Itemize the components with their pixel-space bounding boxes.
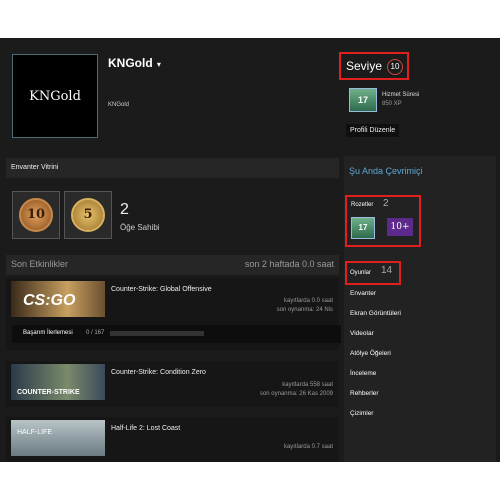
svg-text:COUNTER-STRIKE: COUNTER-STRIKE [17, 389, 80, 396]
badges-label: Rozetler [351, 202, 374, 208]
game-name[interactable]: Counter-Strike: Condition Zero [111, 369, 206, 376]
items-owned-label: Öğe Sahibi [120, 223, 160, 232]
medal-icon: 10 [19, 198, 53, 232]
game-last-played: son oynanma: 24 Nis [276, 307, 333, 313]
sidebar-link-inventory[interactable]: Envanter [350, 290, 376, 297]
medal-icon: 5 [71, 198, 105, 232]
steam-profile-page: KNGold KNGold ▾ KNGold Seviye 10 17 Hizm… [0, 38, 500, 462]
inventory-item[interactable]: 5 [64, 191, 112, 239]
games-label: Oyunlar [350, 270, 372, 276]
svg-text:CS:GO: CS:GO [23, 292, 76, 309]
edit-profile-button[interactable]: Profili Düzenle [346, 124, 400, 137]
level-label: Seviye [346, 59, 383, 73]
achievement-value: 0 / 167 [86, 330, 105, 336]
badge-xp: 850 XP [382, 101, 402, 107]
years-of-service-badge-icon[interactable]: 17 [349, 88, 377, 112]
avatar-text: KNGold [29, 88, 81, 104]
games-highlight-box[interactable]: Oyunlar 14 [345, 261, 401, 285]
sidebar-link-videos[interactable]: Videolar [350, 330, 374, 337]
recent-activity-summary: son 2 haftada 0.0 saat [244, 259, 334, 269]
game-hours: kayıtlarda 558 saat [282, 382, 333, 388]
sidebar-link-artwork[interactable]: Çizimler [350, 410, 373, 417]
achievement-progress-bar [110, 331, 204, 336]
game-capsule-image[interactable]: CS:GO [11, 281, 105, 317]
recent-activity-title: Son Etkinlikler [11, 259, 69, 269]
game-last-played: son oynanma: 26 Kas 2009 [259, 391, 333, 397]
profile-name-text: KNGold [108, 56, 153, 70]
game-activity-item: COUNTER-STRIKE Counter-Strike: Condition… [6, 361, 339, 407]
game-capsule-image[interactable]: COUNTER-STRIKE [11, 364, 105, 400]
achievement-label: Başarım İlerlemesi [23, 330, 73, 336]
online-status: Şu Anda Çevrimiçi [349, 166, 423, 176]
sidebar-link-screenshots[interactable]: Ekran Görüntüleri [350, 310, 401, 317]
game-name[interactable]: Half-Life 2: Lost Coast [111, 425, 180, 432]
sidebar-link-workshop[interactable]: Atölye Öğeleri [350, 350, 391, 357]
games-count: 14 [381, 265, 393, 276]
items-owned-count: 2 [120, 201, 129, 218]
game-hours: kayıtlarda 0.7 saat [283, 444, 333, 450]
badges-highlight-box[interactable]: Rozetler 2 17 10+ [345, 195, 421, 247]
inventory-item[interactable]: 10 [12, 191, 60, 239]
years-of-service-badge-icon[interactable]: 17 [351, 217, 375, 239]
badge-title: Hizmet Süresi [382, 92, 420, 98]
sidebar-link-reviews[interactable]: İnceleme [350, 370, 376, 377]
inventory-showcase-header: Envanter Vitrini [6, 158, 339, 178]
level-highlight-box: Seviye 10 [339, 52, 409, 80]
svg-text:HALF-LIFE: HALF-LIFE [17, 429, 52, 436]
game-capsule-image[interactable]: HALF-LIFE [11, 420, 105, 456]
game-activity-item: CS:GO Counter-Strike: Global Offensive k… [6, 278, 341, 350]
level-circle: 10 [387, 59, 403, 75]
profile-name[interactable]: KNGold ▾ [108, 56, 161, 70]
badges-count: 2 [383, 198, 389, 209]
sidebar-link-guides[interactable]: Rehberler [350, 390, 379, 397]
achievement-progress[interactable]: Başarım İlerlemesi 0 / 167 [12, 325, 341, 343]
game-hours: kayıtlarda 0.0 saat [283, 298, 333, 304]
level-badge-icon[interactable]: 10+ [387, 218, 413, 236]
profile-avatar[interactable]: KNGold [12, 54, 98, 138]
chevron-down-icon: ▾ [154, 60, 161, 69]
game-activity-item: HALF-LIFE Half-Life 2: Lost Coast kayıtl… [6, 417, 339, 462]
profile-subname: KNGold [108, 102, 130, 108]
recent-activity-header: Son Etkinlikler son 2 haftada 0.0 saat [6, 255, 339, 275]
game-name[interactable]: Counter-Strike: Global Offensive [111, 286, 212, 293]
